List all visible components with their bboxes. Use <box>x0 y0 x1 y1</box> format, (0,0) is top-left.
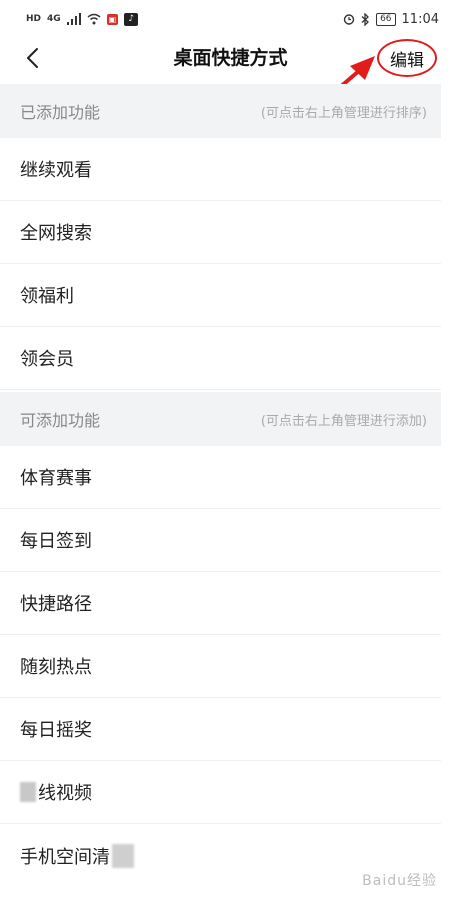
nav-header: 桌面快捷方式 编辑 <box>0 38 461 78</box>
list-item-label: 手机空间清 <box>20 846 110 868</box>
hd-indicator: HD <box>26 14 42 24</box>
battery-indicator: 66 <box>376 12 396 26</box>
list-item[interactable]: 快捷路径 <box>0 572 441 635</box>
section-added-header: 已添加功能 (可点击右上角管理进行排序) <box>0 84 441 138</box>
list-item-label: 体育赛事 <box>20 468 92 489</box>
list-item[interactable]: 继续观看 <box>0 138 441 201</box>
list-item-label: 快捷路径 <box>20 594 92 615</box>
list-item[interactable]: 每日签到 <box>0 509 441 572</box>
blurred-region <box>20 782 36 802</box>
list-item[interactable]: 领会员 <box>0 327 441 390</box>
list-item-label: 全网搜索 <box>20 223 92 244</box>
list-item[interactable]: 领福利 <box>0 264 441 327</box>
signal-icon <box>66 13 81 25</box>
list-item-label: 继续观看 <box>20 160 92 181</box>
list-item-label: 随刻热点 <box>20 657 92 678</box>
list-item[interactable]: 体育赛事 <box>0 446 441 509</box>
list-item[interactable]: 每日摇奖 <box>0 698 441 761</box>
section-available-hint: (可点击右上角管理进行添加) <box>260 413 427 429</box>
app-notification-icon: ▣ <box>106 13 119 25</box>
list-item-label: 每日签到 <box>20 531 92 552</box>
section-added-title: 已添加功能 <box>20 103 101 122</box>
list-item[interactable]: 随刻热点 <box>0 635 441 698</box>
blurred-region <box>112 843 134 868</box>
edit-button[interactable]: 编辑 <box>377 39 437 77</box>
status-bar: HD 4G ▣ ♪ 66 11:04 <box>0 0 461 38</box>
status-left: HD 4G ▣ ♪ <box>26 12 139 26</box>
status-time: 11:04 <box>401 11 439 27</box>
list-item-label: 每日摇奖 <box>20 720 92 741</box>
list-item-label: 线视频 <box>38 783 92 804</box>
tiktok-icon: ♪ <box>124 12 139 26</box>
list-item-label: 领福利 <box>20 286 74 307</box>
section-added-hint: (可点击右上角管理进行排序) <box>260 105 427 121</box>
network-gen-indicator: 4G <box>47 14 61 24</box>
section-available-header: 可添加功能 (可点击右上角管理进行添加) <box>0 392 441 446</box>
wifi-icon <box>87 13 101 25</box>
list-item[interactable]: 全网搜索 <box>0 201 441 264</box>
list-item[interactable]: 线视频 <box>0 761 441 824</box>
alarm-icon <box>343 14 355 25</box>
bluetooth-icon <box>361 12 370 26</box>
section-available-title: 可添加功能 <box>20 411 101 430</box>
watermark: Baidu经验 <box>362 873 437 889</box>
status-right: 66 11:04 <box>343 12 439 27</box>
list-item-label: 领会员 <box>20 349 74 370</box>
